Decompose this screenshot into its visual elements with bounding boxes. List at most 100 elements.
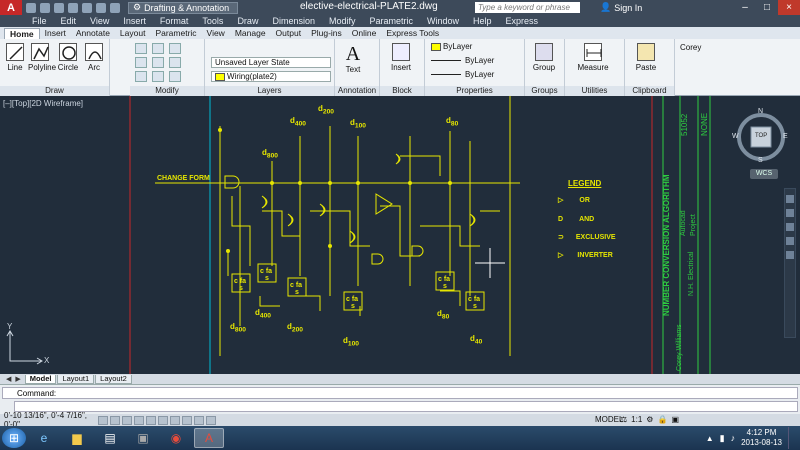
osnap-icon[interactable] — [146, 415, 156, 425]
lineweight-select[interactable]: ByLayer — [431, 70, 494, 81]
undo-icon[interactable] — [96, 2, 106, 13]
viewcube-south[interactable]: S — [758, 157, 763, 164]
tab-home[interactable]: Home — [4, 28, 40, 39]
draw-panel-title[interactable]: Draw — [0, 86, 109, 96]
polyline-tool[interactable]: Polyline — [28, 43, 56, 72]
tab-online[interactable]: Online — [347, 28, 382, 39]
paste-tool[interactable]: Paste — [631, 43, 661, 72]
tab-annotate[interactable]: Annotate — [71, 28, 115, 39]
arc-tool[interactable]: Arc — [82, 43, 106, 72]
menu-file[interactable]: File — [32, 16, 47, 26]
trim-icon[interactable] — [169, 43, 181, 54]
insert-tool[interactable]: Insert — [386, 43, 416, 72]
search-input[interactable]: Type a keyword or phrase — [475, 2, 580, 13]
new-file-icon[interactable] — [26, 2, 36, 13]
clock[interactable]: 4:12 PM 2013-08-13 — [741, 428, 782, 448]
zoom-icon[interactable] — [786, 223, 794, 231]
save-icon[interactable] — [54, 2, 64, 13]
minimize-button[interactable]: – — [734, 0, 756, 15]
menu-modify[interactable]: Modify — [329, 16, 356, 26]
mirror-icon[interactable] — [152, 57, 164, 68]
stretch-icon[interactable] — [135, 71, 147, 82]
menu-insert[interactable]: Insert — [123, 16, 146, 26]
close-button[interactable]: × — [778, 0, 800, 15]
menu-help[interactable]: Help — [473, 16, 492, 26]
move-icon[interactable] — [135, 43, 147, 54]
color-select[interactable]: ByLayer — [431, 42, 472, 53]
tab-layout[interactable]: Layout — [115, 28, 151, 39]
menu-format[interactable]: Format — [160, 16, 189, 26]
menu-tools[interactable]: Tools — [202, 16, 223, 26]
plot-icon[interactable] — [82, 2, 92, 13]
file-explorer-icon[interactable]: ▆ — [62, 428, 92, 448]
copy-icon[interactable] — [135, 57, 147, 68]
tab-nav-left-icon[interactable]: ◀ — [6, 375, 11, 383]
drawing-canvas[interactable]: [–][Top][2D Wireframe] c fa s c fa s c f… — [0, 96, 800, 374]
array-icon[interactable] — [169, 71, 181, 82]
network-icon[interactable]: ▮ — [720, 433, 725, 444]
line-tool[interactable]: Line — [3, 43, 27, 72]
lock-icon[interactable]: 🔒 — [657, 415, 667, 424]
clipboard-panel-title[interactable]: Clipboard — [625, 86, 674, 96]
groups-panel-title[interactable]: Groups — [525, 86, 564, 96]
tab-manage[interactable]: Manage — [230, 28, 271, 39]
annotation-scale[interactable]: 1:1 — [631, 415, 642, 424]
media-player-icon[interactable]: ▣ — [128, 428, 158, 448]
menu-draw[interactable]: Draw — [237, 16, 258, 26]
tab-parametric[interactable]: Parametric — [150, 28, 201, 39]
menu-window[interactable]: Window — [427, 16, 459, 26]
steering-wheel-icon[interactable] — [786, 195, 794, 203]
annotation-panel-title[interactable]: Annotation — [335, 86, 379, 96]
tab-layout1[interactable]: Layout1 — [57, 374, 95, 384]
ducs-icon[interactable] — [182, 415, 192, 425]
scale-icon[interactable] — [152, 71, 164, 82]
tab-layout2[interactable]: Layout2 — [95, 374, 132, 384]
snap-icon[interactable] — [98, 415, 108, 425]
tray-arrow-icon[interactable]: ▲ — [706, 434, 714, 443]
layers-panel-title[interactable]: Layers — [205, 86, 334, 96]
properties-panel-title[interactable]: Properties — [425, 86, 524, 96]
fillet-icon[interactable] — [169, 57, 181, 68]
utilities-panel-title[interactable]: Utilities — [565, 86, 624, 96]
pan-icon[interactable] — [786, 209, 794, 217]
tab-nav-right-icon[interactable]: ▶ — [15, 375, 20, 383]
viewcube[interactable]: TOP N S W E — [732, 108, 790, 166]
autocad-logo-icon[interactable]: A — [0, 0, 22, 15]
layer-state-select[interactable]: Unsaved Layer State — [211, 57, 331, 68]
tab-insert[interactable]: Insert — [40, 28, 71, 39]
polar-icon[interactable] — [134, 415, 144, 425]
maximize-button[interactable]: □ — [756, 0, 778, 15]
workspace-select[interactable]: ⚙ Drafting & Annotation — [128, 1, 238, 14]
command-input[interactable] — [14, 401, 798, 412]
tab-plugins[interactable]: Plug-ins — [306, 28, 347, 39]
workspace-switch-icon[interactable]: ⚙ — [646, 415, 653, 424]
measure-tool[interactable]: Measure — [573, 43, 613, 72]
current-layer-select[interactable]: Wiring(plate2) — [211, 71, 331, 82]
viewcube-west[interactable]: W — [732, 133, 739, 140]
showmotion-icon[interactable] — [786, 251, 794, 259]
menu-express[interactable]: Express — [506, 16, 539, 26]
autocad-taskbar-icon[interactable]: A — [194, 428, 224, 448]
dyn-icon[interactable] — [194, 415, 204, 425]
sign-in-button[interactable]: 👤 Sign In — [600, 2, 642, 13]
grid-icon[interactable] — [110, 415, 120, 425]
tab-express-tools[interactable]: Express Tools — [381, 28, 444, 39]
open-file-icon[interactable] — [40, 2, 50, 13]
volume-icon[interactable]: ♪ — [731, 433, 736, 443]
group-tool[interactable]: Group — [529, 43, 559, 72]
documents-icon[interactable]: ▤ — [95, 428, 125, 448]
save-as-icon[interactable] — [68, 2, 78, 13]
rotate-icon[interactable] — [152, 43, 164, 54]
viewcube-north[interactable]: N — [758, 108, 763, 115]
show-desktop-button[interactable] — [788, 427, 796, 449]
tab-view[interactable]: View — [202, 28, 230, 39]
ortho-icon[interactable] — [122, 415, 132, 425]
orbit-icon[interactable] — [786, 237, 794, 245]
modify-panel-title[interactable]: Modify — [130, 86, 204, 96]
redo-icon[interactable] — [110, 2, 120, 13]
viewcube-top[interactable]: TOP — [755, 133, 767, 139]
3d-osnap-icon[interactable] — [158, 415, 168, 425]
block-panel-title[interactable]: Block — [380, 86, 424, 96]
clean-screen-icon[interactable]: ▣ — [671, 415, 679, 424]
wcs-menu[interactable]: WCS — [750, 169, 778, 179]
